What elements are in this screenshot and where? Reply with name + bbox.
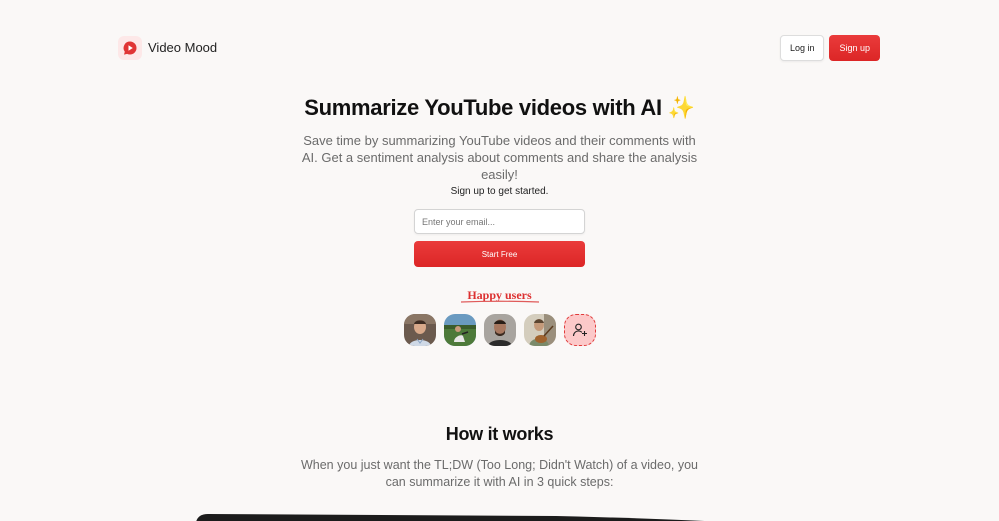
user-avatar-3 [484, 314, 516, 346]
brand[interactable]: Video Mood [118, 35, 218, 60]
user-avatar-4 [524, 314, 556, 346]
user-avatar-2 [444, 314, 476, 346]
underline-decoration [460, 300, 540, 303]
preview-panel [196, 514, 706, 521]
site-header: Video Mood Log in Sign up [118, 34, 880, 61]
how-it-works-title: How it works [445, 424, 554, 444]
brand-name: Video Mood [148, 40, 218, 55]
email-field[interactable] [414, 209, 585, 234]
play-bubble-icon [118, 35, 142, 60]
login-button[interactable]: Log in [779, 34, 825, 61]
auth-buttons: Log in Sign up [779, 34, 880, 61]
start-free-button[interactable]: Start Free [414, 241, 585, 267]
cta-label: Sign up to get started. [450, 186, 549, 197]
add-user-icon[interactable] [564, 314, 596, 346]
hero-title: Summarize YouTube videos with AI ✨ [304, 95, 695, 120]
avatar-group [404, 314, 596, 346]
user-avatar-1 [404, 314, 436, 346]
signup-button[interactable]: Sign up [829, 34, 880, 61]
how-it-works-subtitle: When you just want the TL;DW (Too Long; … [300, 458, 699, 489]
hero-subtitle: Save time by summarizing YouTube videos … [301, 133, 698, 182]
